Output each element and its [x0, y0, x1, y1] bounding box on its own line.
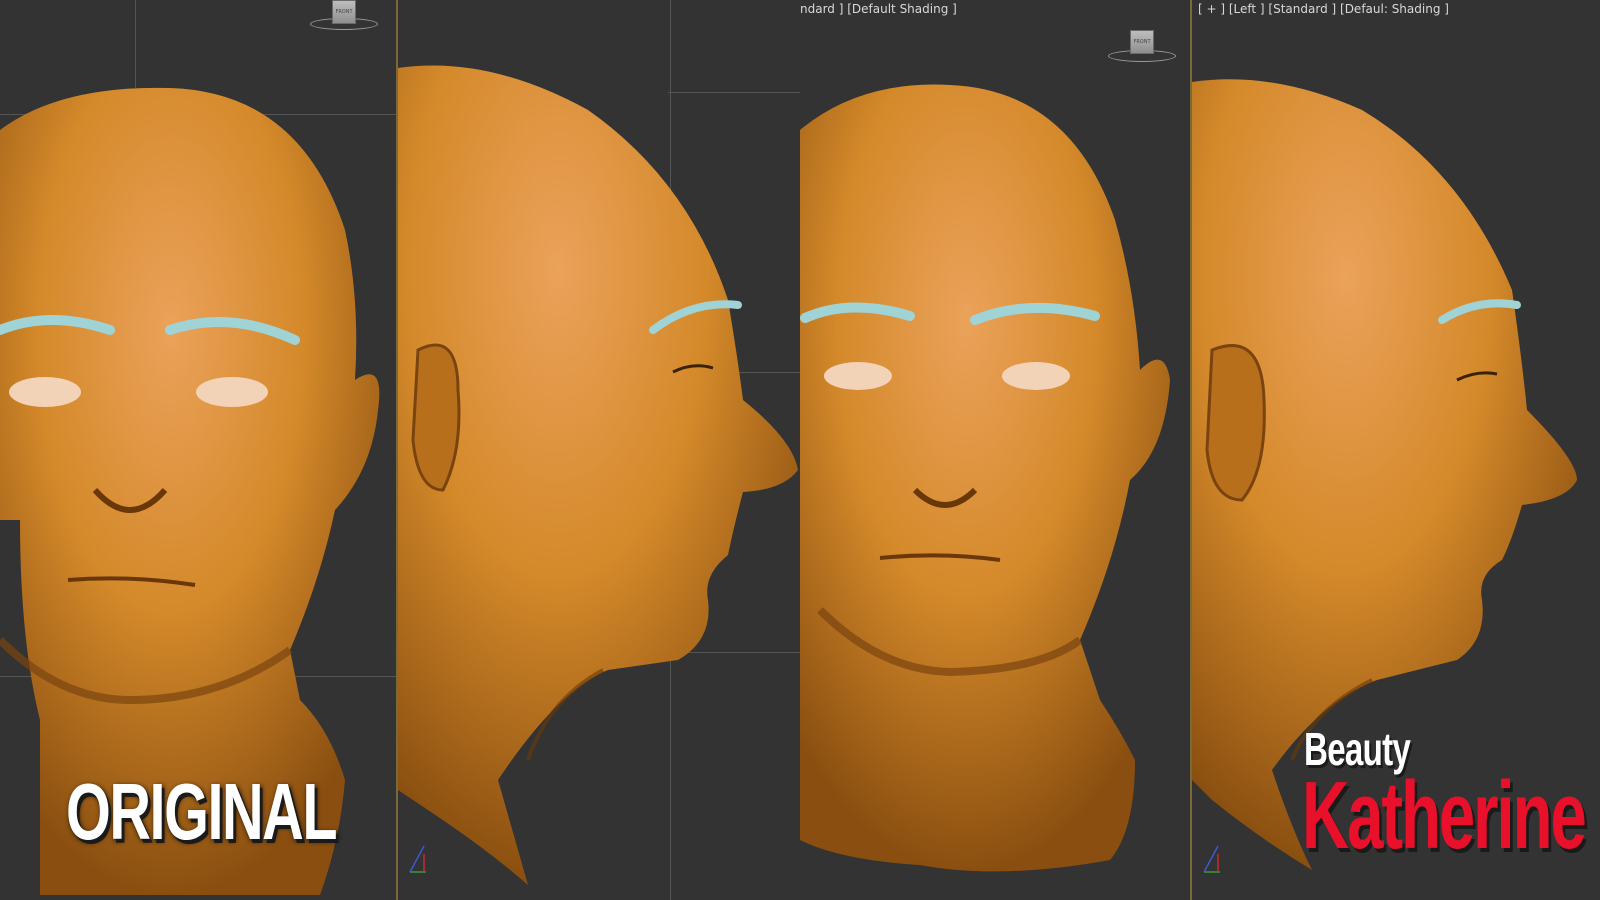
head-front-original: [0, 87, 380, 895]
title-katherine: Katherine: [1302, 762, 1587, 869]
head-left-original: [398, 65, 798, 885]
axis-gizmo: [1203, 845, 1220, 873]
viewport-left-original[interactable]: [396, 0, 800, 900]
head-front-beauty: [800, 84, 1170, 872]
viewport-front-beauty[interactable]: ndard ] [Default Shading ] FRONT: [800, 0, 1190, 900]
title-original: ORIGINAL: [66, 767, 338, 856]
axis-gizmo: [409, 845, 426, 873]
viewport-front-original[interactable]: FRONT ORIGINAL: [0, 0, 396, 900]
